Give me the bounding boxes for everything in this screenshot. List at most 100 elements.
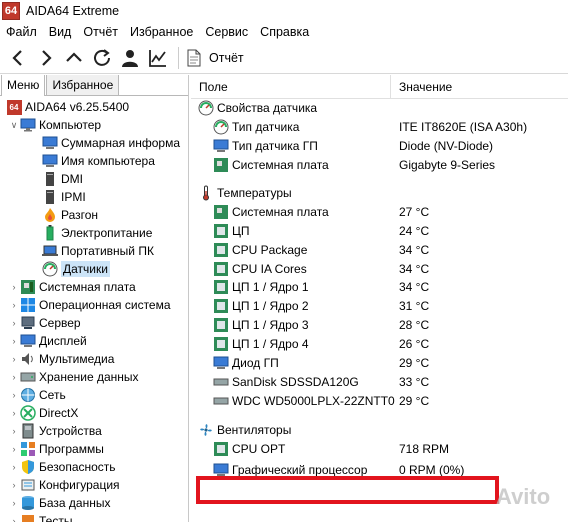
programs-icon [20,441,36,457]
table-row[interactable]: ЦП 1 / Ядро 2 31 °C [191,297,568,316]
chevron-right-icon[interactable]: › [8,407,20,419]
tree-item-security[interactable]: › Безопасность [0,458,188,476]
tree-item-computer[interactable]: ∨ Компьютер [0,116,188,134]
chevron-right-icon[interactable]: › [8,389,20,401]
tree-item-multimedia[interactable]: › Мультимедиа [0,350,188,368]
group-fans: Вентиляторы [191,420,568,439]
row-field: Тип датчика [232,120,300,135]
table-row[interactable]: Системная плата Gigabyte 9-Series [191,156,568,175]
chevron-right-icon[interactable]: › [8,371,20,383]
table-row[interactable]: Тип датчика ГП Diode (NV-Diode) [191,137,568,156]
tree-item-tests[interactable]: › Тесты [0,512,188,522]
chevron-right-icon[interactable]: › [8,479,20,491]
chevron-right-icon[interactable]: › [8,425,20,437]
tree-item-display[interactable]: › Дисплей [0,332,188,350]
chart-button[interactable] [144,44,172,72]
fan-icon [198,422,214,438]
table-row[interactable]: ЦП 24 °C [191,221,568,240]
table-row[interactable]: ЦП 1 / Ядро 1 34 °C [191,278,568,297]
table-row[interactable]: Диод ГП 29 °C [191,354,568,373]
forward-button[interactable] [32,44,60,72]
table-row[interactable]: Тип датчика ITE IT8620E (ISA A30h) [191,118,568,137]
row-value: 29 °C [399,356,430,371]
report-label: Отчёт [209,51,244,65]
menu-report[interactable]: Отчёт [77,25,124,39]
table-row[interactable]: CPU Package 34 °C [191,240,568,259]
tree-item-dmi[interactable]: DMI [0,170,188,188]
tree-item-network[interactable]: › Сеть [0,386,188,404]
tree-root[interactable]: 64 AIDA64 v6.25.5400 [0,98,188,116]
tree-item-database[interactable]: › База данных [0,494,188,512]
refresh-button[interactable] [88,44,116,72]
tree-item-power[interactable]: Электропитание [0,224,188,242]
chevron-right-icon[interactable]: › [8,353,20,365]
user-button[interactable] [116,44,144,72]
menu-file[interactable]: Файл [0,25,43,39]
chevron-right-icon[interactable]: › [8,299,20,311]
table-row[interactable]: ЦП 1 / Ядро 3 28 °C [191,316,568,335]
tree-item-devices[interactable]: › Устройства [0,422,188,440]
row-field: Системная плата [232,158,329,173]
details-pane: Поле Значение Свойства датчика Тип датчи… [191,75,568,522]
chevron-right-icon[interactable]: › [8,281,20,293]
server-icon [20,315,36,331]
tree-item-storage[interactable]: › Хранение данных [0,368,188,386]
up-button[interactable] [60,44,88,72]
tree-item-computer-name[interactable]: Имя компьютера [0,152,188,170]
table-row[interactable]: CPU OPT 718 RPM [191,439,568,458]
column-field[interactable]: Поле [191,75,391,99]
table-row[interactable]: Системная плата 27 °C [191,202,568,221]
tree-label: База данных [39,496,111,510]
tree-item-overclock[interactable]: Разгон [0,206,188,224]
column-value[interactable]: Значение [391,80,452,94]
report-button[interactable]: Отчёт [185,49,244,67]
table-row[interactable]: SanDisk SDSSDA120G 33 °C [191,372,568,391]
tab-menu[interactable]: Меню [1,75,46,96]
tower-icon [42,171,58,187]
tree-label: Хранение данных [39,370,139,384]
gauge-icon [213,119,229,135]
navigation-pane: Меню Избранное 64 AIDA64 v6.25.5400 ∨ Ко… [0,75,189,522]
menu-service[interactable]: Сервис [199,25,254,39]
menu-help[interactable]: Справка [254,25,315,39]
table-row[interactable]: Графический процессор 0 RPM (0%) [191,461,568,480]
refresh-icon [94,49,110,66]
chevron-right-icon[interactable]: › [8,461,20,473]
chevron-right-icon[interactable]: › [8,335,20,347]
tree-item-portable[interactable]: Портативный ПК [0,242,188,260]
table-row[interactable]: CPU IA Cores 34 °C [191,259,568,278]
chevron-right-icon[interactable]: › [8,443,20,455]
aida64-icon: 64 [6,99,22,115]
tree-item-config[interactable]: › Конфигурация [0,476,188,494]
app-icon: 64 [2,2,20,20]
tree-label: Компьютер [39,118,102,132]
menu-view[interactable]: Вид [43,25,78,39]
chevron-right-icon[interactable]: › [8,497,20,509]
tree-label: Системная плата [39,280,136,294]
cpu-icon [213,441,229,457]
tree-item-os[interactable]: › Операционная система [0,296,188,314]
table-row[interactable]: ЦП 1 / Ядро 4 26 °C [191,335,568,354]
chevron-down-icon[interactable]: ∨ [8,119,20,131]
tree-item-programs[interactable]: › Программы [0,440,188,458]
tree-item-server[interactable]: › Сервер [0,314,188,332]
table-row[interactable]: WDC WD5000LPLX-22ZNTT0 29 °C [191,391,568,410]
row-value: 31 °C [399,299,430,314]
tree-item-directx[interactable]: › DirectX [0,404,188,422]
row-value: Gigabyte 9-Series [399,158,496,173]
tab-favorites[interactable]: Избранное [46,75,120,95]
tree-item-ipmi[interactable]: IPMI [0,188,188,206]
gpu-icon [213,462,229,478]
motherboard-icon [213,157,229,173]
menu-favorites[interactable]: Избранное [124,25,199,39]
config-icon [20,477,36,493]
tree-item-sensors[interactable]: Датчики [0,260,188,278]
row-value: 34 °C [399,261,430,276]
tree-item-motherboard[interactable]: › Системная плата [0,278,188,296]
title-bar: 64 AIDA64 Extreme [0,0,568,22]
chevron-right-icon[interactable]: › [8,515,20,522]
back-button[interactable] [4,44,32,72]
tree-root-label: AIDA64 v6.25.5400 [25,100,130,114]
tree-item-summary[interactable]: Суммарная информа [0,134,188,152]
chevron-right-icon[interactable]: › [8,317,20,329]
